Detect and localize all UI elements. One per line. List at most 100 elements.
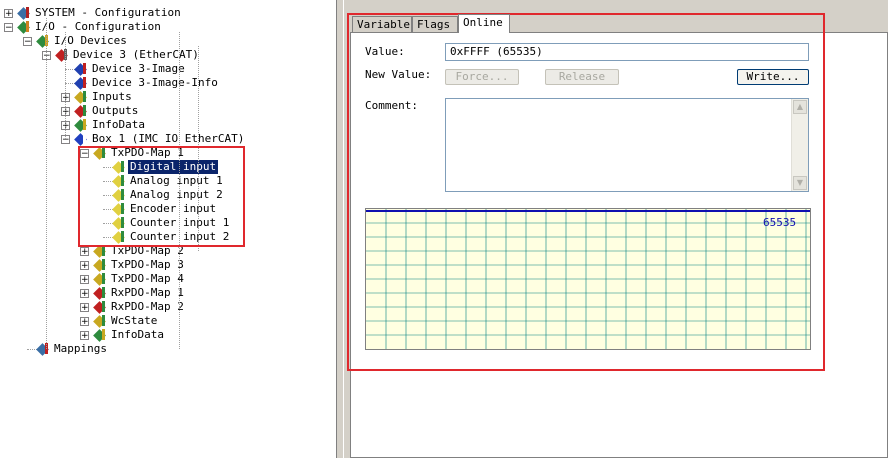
tree-node[interactable]: + TxPDO-Map 3 (0, 258, 336, 272)
tree-node-label[interactable]: RxPDO-Map 1 (109, 286, 186, 300)
tree-node-label[interactable]: Device 3 (EtherCAT) (71, 48, 201, 62)
tree-node-label[interactable]: Inputs (90, 90, 134, 104)
tree-node[interactable]: − I/O Devices (0, 34, 336, 48)
tree-node-label[interactable]: Mappings (52, 342, 109, 356)
wcstate-icon (93, 314, 107, 328)
tree-node-label[interactable]: Outputs (90, 104, 140, 118)
rxpdo-icon (93, 300, 107, 314)
tree-node-label[interactable]: Device 3-Image (90, 62, 187, 76)
tree-node[interactable]: + InfoData (0, 118, 336, 132)
tree-node-label[interactable]: Device 3-Image-Info (90, 76, 220, 90)
tab-online[interactable]: Online (458, 14, 510, 33)
release-button[interactable]: Release (545, 69, 619, 85)
expand-icon[interactable]: + (80, 247, 89, 257)
tree-node[interactable]: Device 3-Image (0, 62, 336, 76)
tree-node-label[interactable]: Encoder input (128, 202, 218, 216)
tree-node-label[interactable]: InfoData (90, 118, 147, 132)
system-config-icon (17, 6, 31, 20)
tree-node[interactable]: + TxPDO-Map 2 (0, 244, 336, 258)
input-variable-icon (112, 202, 126, 216)
collapse-icon[interactable]: − (80, 149, 89, 159)
tree-node-label[interactable]: I/O Devices (52, 34, 129, 48)
tree-node-label[interactable]: Analog input 1 (128, 174, 225, 188)
tree-node[interactable]: + RxPDO-Map 1 (0, 286, 336, 300)
tree-node[interactable]: Mappings (0, 342, 336, 356)
tree-node[interactable]: + SYSTEM - Configuration (0, 6, 336, 20)
expand-icon[interactable]: + (4, 9, 13, 19)
value-field[interactable]: 0xFFFF (65535) (445, 43, 809, 61)
tree-node-label[interactable]: TxPDO-Map 4 (109, 272, 186, 286)
tree-node[interactable]: + Outputs (0, 104, 336, 118)
tree-node-label[interactable]: TxPDO-Map 3 (109, 258, 186, 272)
expand-icon[interactable]: + (80, 289, 89, 299)
tree-node[interactable]: Digital input (0, 160, 336, 174)
txpdo-icon (93, 258, 107, 272)
tree-node[interactable]: + Inputs (0, 90, 336, 104)
tree-node-label[interactable]: Analog input 2 (128, 188, 225, 202)
txpdo-icon (93, 272, 107, 286)
tab-variable[interactable]: Variable (352, 16, 412, 32)
graph-canvas: 65535 (366, 209, 810, 349)
tree-node[interactable]: + InfoData (0, 328, 336, 342)
comment-scrollbar[interactable]: ▲ ▼ (791, 99, 808, 191)
io-config-tree[interactable]: + SYSTEM - Configuration − I/O - Configurat… (0, 0, 336, 458)
txpdo-icon (93, 146, 107, 160)
rxpdo-icon (93, 286, 107, 300)
splitter[interactable] (336, 0, 344, 458)
image-icon (74, 62, 88, 76)
tree-node[interactable]: − Box 1 (IMC IO EtherCAT) (0, 132, 336, 146)
tree-node-label[interactable]: RxPDO-Map 2 (109, 300, 186, 314)
value-label: Value: (365, 45, 405, 58)
tree-node-label[interactable]: I/O - Configuration (33, 20, 163, 34)
expand-icon[interactable]: + (80, 261, 89, 271)
tree-connector (46, 18, 47, 349)
tree-node[interactable]: Counter input 2 (0, 230, 336, 244)
tree-node[interactable]: − I/O - Configuration (0, 20, 336, 34)
tree-node-label[interactable]: TxPDO-Map 2 (109, 244, 186, 258)
input-variable-icon (112, 188, 126, 202)
scroll-down-icon[interactable]: ▼ (793, 176, 807, 190)
tree-node-label[interactable]: InfoData (109, 328, 166, 342)
tree-node[interactable]: + WcState (0, 314, 336, 328)
detail-panel: Variable Flags Online Value: 0xFFFF (65535… (344, 0, 888, 458)
expand-icon[interactable]: + (80, 331, 89, 341)
io-config-icon (17, 20, 31, 34)
infodata-icon (74, 118, 88, 132)
outputs-icon (74, 104, 88, 118)
tree-node-label-selected[interactable]: Digital input (128, 160, 219, 174)
collapse-icon[interactable]: − (4, 23, 13, 33)
online-tab-page: Value: 0xFFFF (65535) New Value: Force..… (350, 32, 888, 458)
tree-node[interactable]: Device 3-Image-Info (0, 76, 336, 90)
tree-node[interactable]: − Device 3 (EtherCAT) (0, 48, 336, 62)
ethercat-device-icon (55, 48, 69, 62)
input-variable-icon (112, 160, 126, 174)
tree-node[interactable]: − TxPDO-Map 1 (0, 146, 336, 160)
tree-node[interactable]: + RxPDO-Map 2 (0, 300, 336, 314)
tree-node[interactable]: Analog input 1 (0, 174, 336, 188)
expand-icon[interactable]: + (80, 317, 89, 327)
infodata-icon (93, 328, 107, 342)
tree-node-label[interactable]: Box 1 (IMC IO EtherCAT) (90, 132, 246, 146)
tree-node[interactable]: Analog input 2 (0, 188, 336, 202)
tree-node-label[interactable]: WcState (109, 314, 159, 328)
write-button[interactable]: Write... (737, 69, 809, 85)
image-info-icon (74, 76, 88, 90)
tree-node[interactable]: + TxPDO-Map 4 (0, 272, 336, 286)
comment-label: Comment: (365, 99, 418, 112)
input-variable-icon (112, 216, 126, 230)
comment-textarea[interactable]: ▲ ▼ (445, 98, 809, 192)
force-button[interactable]: Force... (445, 69, 519, 85)
tree-node-label[interactable]: TxPDO-Map 1 (109, 146, 186, 160)
collapse-icon[interactable]: − (23, 37, 32, 47)
txpdo-icon (93, 244, 107, 258)
tree-node[interactable]: Encoder input (0, 202, 336, 216)
mappings-icon (36, 342, 50, 356)
scroll-up-icon[interactable]: ▲ (793, 100, 807, 114)
expand-icon[interactable]: + (80, 303, 89, 313)
tab-flags[interactable]: Flags (412, 16, 458, 32)
new-value-label: New Value: (365, 68, 432, 81)
input-variable-icon (112, 174, 126, 188)
tree-node-label[interactable]: SYSTEM - Configuration (33, 6, 183, 20)
expand-icon[interactable]: + (80, 275, 89, 285)
tree-node[interactable]: Counter input 1 (0, 216, 336, 230)
